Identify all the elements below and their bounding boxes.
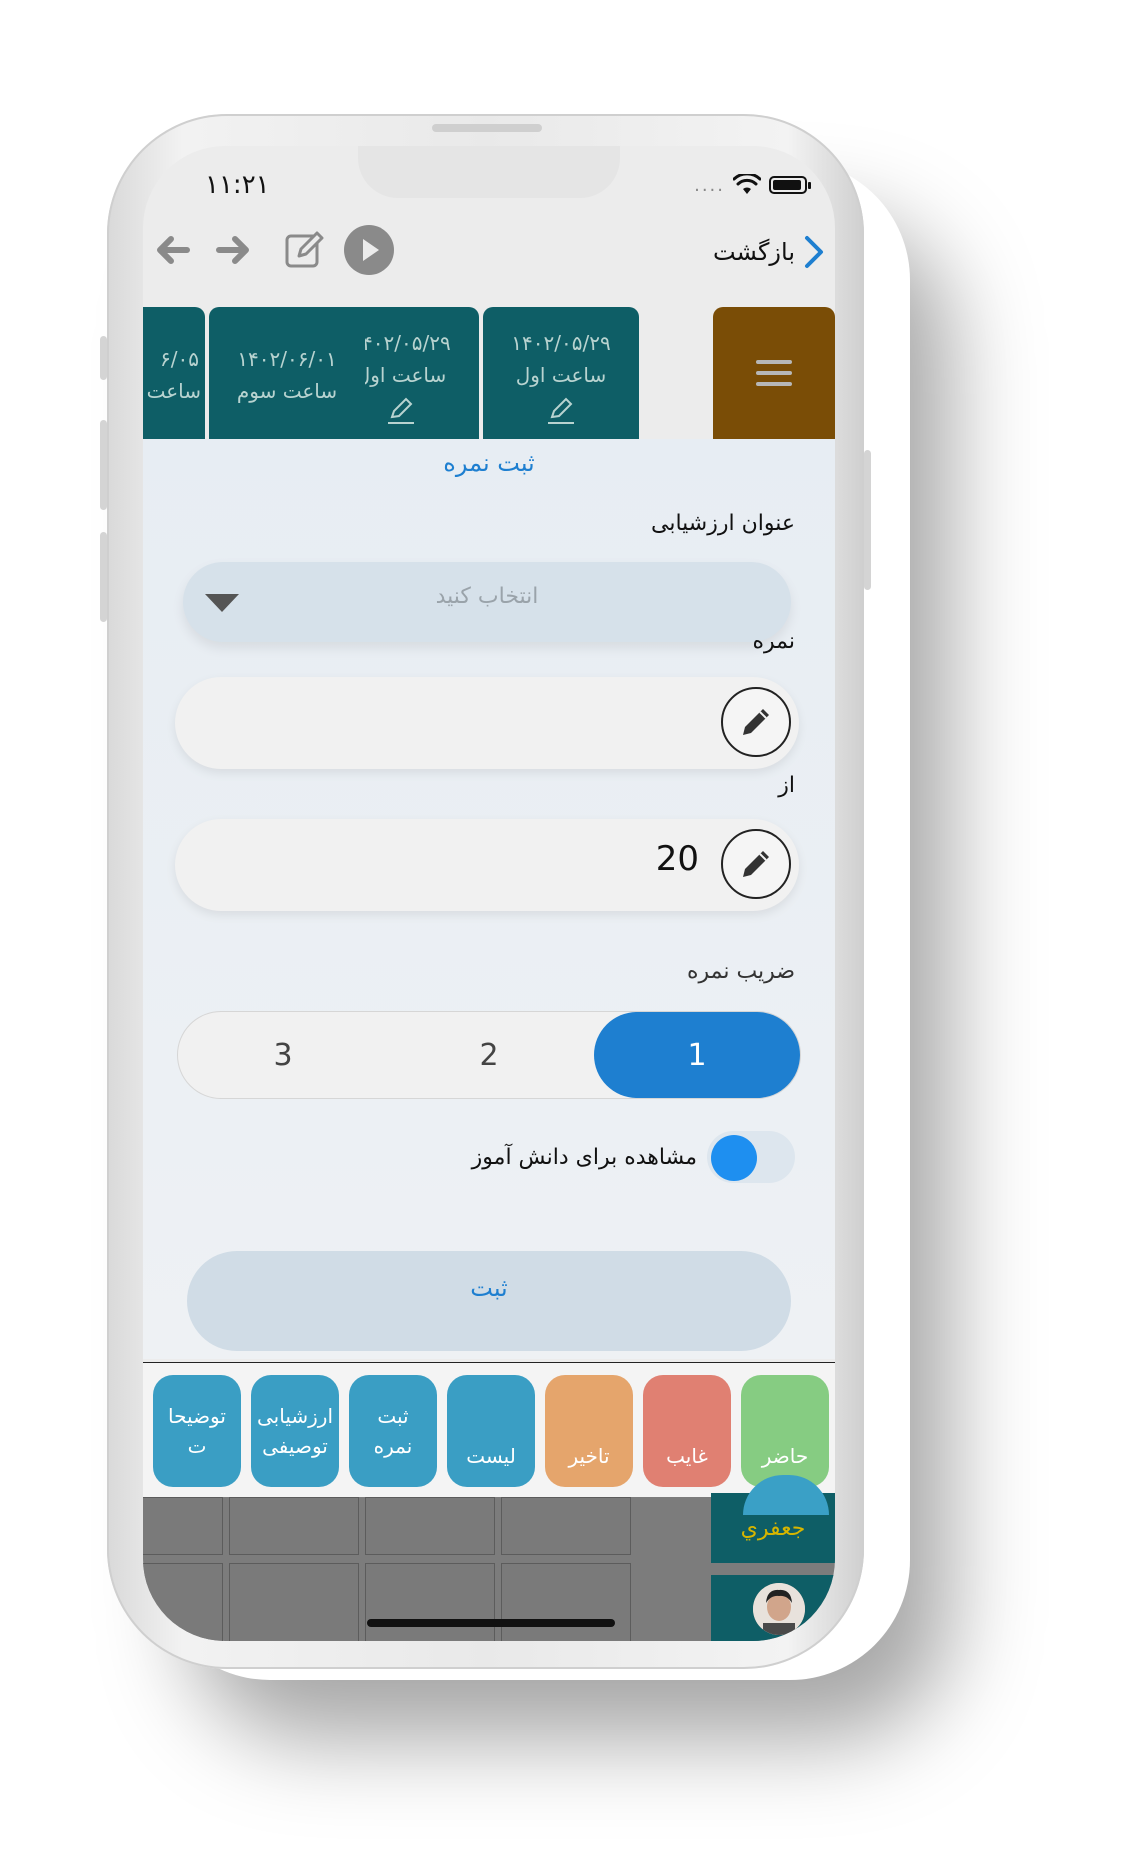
day-date: ۶/۰۵ [160, 347, 199, 371]
toggle-knob [711, 1135, 757, 1181]
visible-to-student-toggle[interactable] [707, 1131, 795, 1183]
chevron-right-icon [805, 236, 823, 268]
volume-up-button [100, 420, 107, 510]
descriptive-evaluation-button[interactable]: ارزشیابی توصیفی [251, 1375, 339, 1487]
day-period: ساعت سوم [236, 379, 338, 403]
visible-to-student-label: مشاهده برای دانش آموز [471, 1144, 697, 1170]
student-avatar-cell[interactable] [711, 1575, 835, 1641]
notes-button[interactable]: توضیحات [153, 1375, 241, 1487]
day-period: ساعت [146, 379, 201, 403]
pencil-icon[interactable] [546, 395, 576, 425]
cellular-signal-icon: .... [694, 174, 725, 196]
avatar [753, 1583, 805, 1635]
evaluation-title-label: عنوان ارزشیابی [651, 511, 795, 536]
visibility-row: مشاهده برای دانش آموز [472, 1127, 795, 1187]
grid-cell[interactable] [229, 1563, 359, 1641]
hamburger-menu-icon [756, 360, 792, 386]
pencil-icon[interactable] [721, 687, 791, 757]
arrow-right-icon[interactable] [207, 224, 259, 276]
grid-cell[interactable] [501, 1497, 631, 1555]
speaker-grille [432, 124, 542, 132]
action-bar: حاضر غایب تاخیر لیست ثبت نمره ارزشیابی ت… [143, 1362, 835, 1498]
descriptive-evaluation-label: ارزشیابی توصیفی [257, 1404, 333, 1458]
caret-down-icon [205, 594, 239, 612]
play-icon[interactable] [343, 224, 395, 276]
status-icons: .... [694, 174, 811, 196]
out-of-value: 20 [655, 839, 699, 879]
day-period: ساعت اول [515, 363, 607, 387]
evaluation-select[interactable]: انتخاب کنید [183, 562, 791, 642]
menu-button[interactable] [713, 307, 835, 439]
day-column[interactable]: ۱۴۰۲/۰۶/۰۱ ساعت سوم [209, 307, 365, 439]
pencil-icon[interactable] [386, 395, 416, 425]
evaluation-placeholder: انتخاب کنید [435, 584, 539, 609]
student-name: جعفري [740, 1515, 806, 1541]
status-time: ۱۱:۲۱ [205, 170, 270, 200]
home-indicator [367, 1619, 615, 1627]
absent-label: غایب [666, 1444, 708, 1468]
grid-cell[interactable] [143, 1497, 223, 1555]
coefficient-option-1[interactable]: 1 [594, 1012, 800, 1098]
pencil-icon[interactable] [721, 829, 791, 899]
notch [358, 146, 620, 198]
arrow-left-icon[interactable] [147, 224, 199, 276]
mute-switch [100, 336, 107, 380]
out-of-field[interactable]: 20 [175, 819, 799, 911]
record-grade-button[interactable]: ثبت نمره [349, 1375, 437, 1487]
grid-cell[interactable] [143, 1563, 223, 1641]
edit-note-icon[interactable] [279, 224, 331, 276]
form-title: ثبت نمره [443, 449, 535, 477]
grid-cell[interactable] [365, 1563, 495, 1641]
present-button[interactable]: حاضر [741, 1375, 829, 1487]
list-button[interactable]: لیست [447, 1375, 535, 1487]
back-label: بازگشت [713, 238, 795, 266]
day-column[interactable]: ۶/۰۵ ساعت [143, 307, 205, 439]
day-date: ۱۴۰۲/۰۵/۲۹ [511, 331, 611, 355]
absent-button[interactable]: غایب [643, 1375, 731, 1487]
late-button[interactable]: تاخیر [545, 1375, 633, 1487]
grade-entry-form: ثبت نمره عنوان ارزشیابی انتخاب کنید نمره… [143, 439, 835, 1359]
late-label: تاخیر [568, 1444, 610, 1468]
list-label: لیست [466, 1444, 516, 1468]
phone-screen: ۱۱:۲۱ .... بازگشت ۱۴۰۲/۰۵/۲۹ ساعت اول ۱۴… [143, 146, 835, 1641]
record-grade-label: ثبت نمره [373, 1404, 413, 1458]
day-date: ۱۴۰۲/۰۶/۰۱ [237, 347, 337, 371]
grid-cell[interactable] [229, 1497, 359, 1555]
top-toolbar: بازگشت [143, 224, 835, 294]
coefficient-segmented-control: 1 2 3 [177, 1011, 801, 1099]
present-label: حاضر [761, 1444, 809, 1468]
coefficient-option-3[interactable]: 3 [180, 1012, 386, 1098]
day-column[interactable]: ۱۴۰۲/۰۵/۲۹ ساعت اول [483, 307, 639, 439]
grid-cell[interactable] [365, 1497, 495, 1555]
back-button[interactable]: بازگشت [713, 234, 825, 270]
score-label: نمره [752, 629, 795, 654]
grid-cell[interactable] [501, 1563, 631, 1641]
notes-label: توضیحات [168, 1404, 226, 1458]
coefficient-option-2[interactable]: 2 [386, 1012, 592, 1098]
day-columns-header: ۱۴۰۲/۰۵/۲۹ ساعت اول ۱۴۰۲/۰۵/۲۹ ساعت اول … [143, 307, 835, 439]
volume-down-button [100, 532, 107, 622]
score-field[interactable] [175, 677, 799, 769]
coefficient-label: ضریب نمره [686, 959, 795, 984]
submit-button[interactable]: ثبت [187, 1251, 791, 1351]
wifi-icon [733, 174, 761, 194]
out-of-label: از [778, 773, 795, 798]
battery-icon [769, 176, 811, 194]
power-button [864, 450, 871, 590]
